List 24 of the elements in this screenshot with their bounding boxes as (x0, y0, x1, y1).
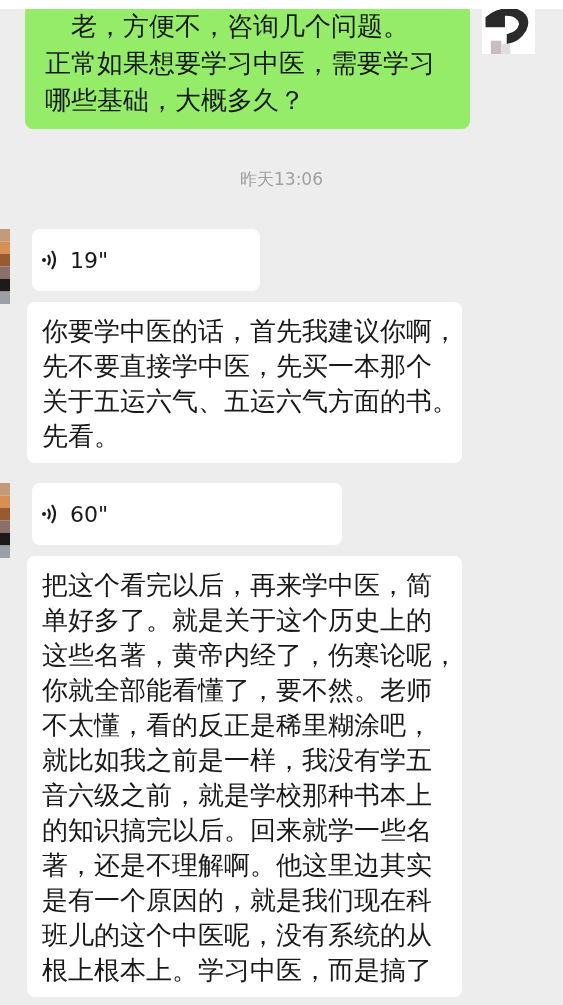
sound-wave-icon (41, 503, 58, 525)
message-line: 你要学中医的话，首先我建议你啊， (42, 315, 450, 348)
message-line: 就比如我之前是一样，我没有学五 (42, 744, 433, 777)
timestamp: 昨天13:06 (240, 168, 323, 191)
message-line: 音六级之前，就是学校那种书本上 (42, 779, 433, 812)
message-line: 先不要直接学中医，先买一本那个 (42, 350, 433, 383)
sound-wave-icon (41, 249, 58, 271)
message-line: 不太懂，看的反正是稀里糊涂吧， (42, 709, 433, 742)
voice-message[interactable]: 60" (32, 483, 342, 545)
message-line: 正常如果想要学习中医，需要学习 (45, 47, 436, 80)
message-line: 著，还是不理解啊。他这里边其实 (42, 849, 433, 882)
message-line: 你就全部能看懂了，要不然。老师 (42, 674, 433, 707)
message-line: 关于五运六气、五运六气方面的书。 (42, 385, 450, 418)
message-line: 是有一个原因的，就是我们现在科 (42, 884, 433, 917)
voice-message[interactable]: 19" (32, 229, 260, 291)
message-line: 老，方便不，咨询几个问题。 (70, 10, 410, 43)
message-line: 的知识搞完以后。回来就学一些名 (42, 814, 433, 847)
message-line: 这些名著，黄帝内经了，伤寒论呢， (42, 639, 450, 672)
message-line: 根上根本上。学习中医，而是搞了 (42, 954, 433, 987)
message-line: 哪些基础，大概多久？ (45, 84, 306, 117)
message-line: 单好多了。就是关于这个历史上的 (42, 604, 433, 637)
message-line: 班儿的这个中医呢，没有系统的从 (42, 919, 433, 952)
message-line: 把这个看完以后，再来学中医，简 (42, 569, 433, 602)
message-line: 先看。 (42, 420, 121, 453)
